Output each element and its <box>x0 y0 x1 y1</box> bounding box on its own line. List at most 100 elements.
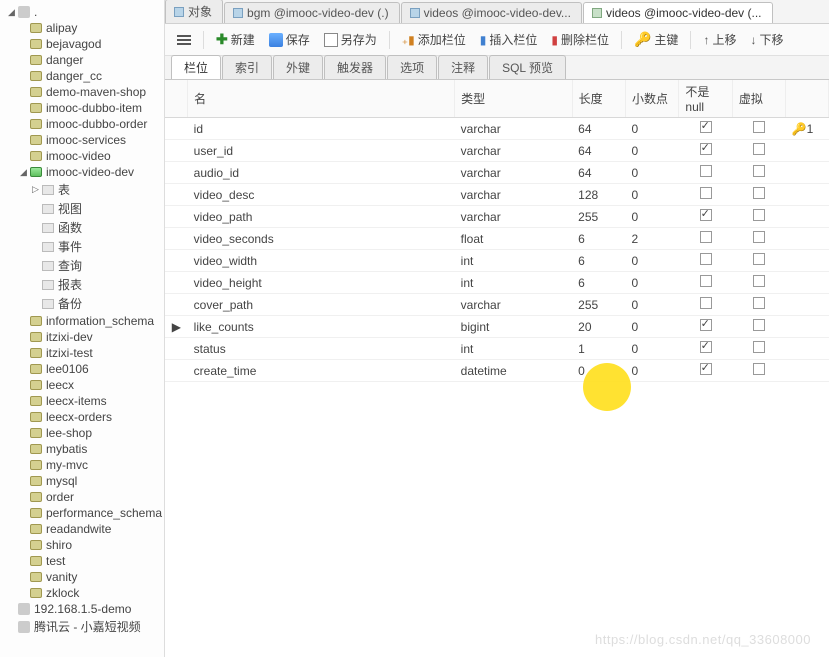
editor-tab[interactable]: 对象 <box>165 0 223 23</box>
checkbox-icon[interactable] <box>753 121 765 133</box>
cell-name[interactable]: audio_id <box>188 162 455 184</box>
table-row[interactable]: video_secondsfloat62 <box>165 228 829 250</box>
table-row[interactable]: statusint10 <box>165 338 829 360</box>
tree-connection[interactable]: 腾讯云 - 小嘉短视频 <box>0 617 164 636</box>
checkbox-icon[interactable] <box>700 275 712 287</box>
tree-db[interactable]: leecx-items <box>0 393 164 409</box>
cell-virtual[interactable] <box>732 140 785 162</box>
tree-db[interactable]: leecx <box>0 377 164 393</box>
insert-column-button[interactable]: ▮插入栏位 <box>476 29 542 50</box>
cell-type[interactable]: varchar <box>455 184 572 206</box>
cell-type[interactable]: int <box>455 250 572 272</box>
cell-notnull[interactable] <box>679 118 732 140</box>
checkbox-icon[interactable] <box>700 231 712 243</box>
tree-db[interactable]: imooc-dubbo-order <box>0 116 164 132</box>
cell-virtual[interactable] <box>732 294 785 316</box>
header-virtual[interactable]: 虚拟 <box>732 80 785 118</box>
cell-notnull[interactable] <box>679 338 732 360</box>
save-button[interactable]: 保存 <box>265 29 314 50</box>
cell-decimals[interactable]: 0 <box>626 272 679 294</box>
tree-db[interactable]: zklock <box>0 585 164 601</box>
cell-key[interactable] <box>786 272 829 294</box>
tree-db[interactable]: bejavagod <box>0 36 164 52</box>
tree-db[interactable]: mybatis <box>0 441 164 457</box>
cell-decimals[interactable]: 0 <box>626 360 679 382</box>
tree-db[interactable]: my-mvc <box>0 457 164 473</box>
tree-node[interactable]: ▷表 <box>0 180 164 199</box>
sub-tab[interactable]: 注释 <box>438 55 488 79</box>
tree-db[interactable]: imooc-dubbo-item <box>0 100 164 116</box>
cell-type[interactable]: varchar <box>455 294 572 316</box>
cell-decimals[interactable]: 2 <box>626 228 679 250</box>
cell-notnull[interactable] <box>679 360 732 382</box>
editor-tab[interactable]: videos @imooc-video-dev... <box>401 2 582 23</box>
table-row[interactable]: cover_pathvarchar2550 <box>165 294 829 316</box>
cell-key[interactable] <box>786 250 829 272</box>
tree-db[interactable]: danger_cc <box>0 68 164 84</box>
tree-db[interactable]: order <box>0 489 164 505</box>
cell-key[interactable] <box>786 294 829 316</box>
cell-decimals[interactable]: 0 <box>626 206 679 228</box>
cell-decimals[interactable]: 0 <box>626 184 679 206</box>
cell-decimals[interactable]: 0 <box>626 316 679 338</box>
sub-tab[interactable]: 选项 <box>387 55 437 79</box>
cell-virtual[interactable] <box>732 316 785 338</box>
header-notnull[interactable]: 不是 null <box>679 80 732 118</box>
add-column-button[interactable]: ₊▮添加栏位 <box>398 29 470 50</box>
tree-db[interactable]: leecx-orders <box>0 409 164 425</box>
cell-name[interactable]: create_time <box>188 360 455 382</box>
cell-type[interactable]: int <box>455 338 572 360</box>
tree-db-active[interactable]: ◢ imooc-video-dev <box>0 164 164 180</box>
cell-decimals[interactable]: 0 <box>626 250 679 272</box>
move-up-button[interactable]: ↑上移 <box>699 29 740 50</box>
header-type[interactable]: 类型 <box>455 80 572 118</box>
tree-db[interactable]: danger <box>0 52 164 68</box>
tree-db[interactable]: alipay <box>0 20 164 36</box>
tree-node[interactable]: 函数 <box>0 218 164 237</box>
cell-length[interactable]: 6 <box>572 228 625 250</box>
cell-virtual[interactable] <box>732 162 785 184</box>
saveas-button[interactable]: 另存为 <box>320 29 381 50</box>
cell-key[interactable] <box>786 316 829 338</box>
table-row[interactable]: audio_idvarchar640 <box>165 162 829 184</box>
sub-tab[interactable]: 触发器 <box>324 55 386 79</box>
cell-notnull[interactable] <box>679 294 732 316</box>
table-row[interactable]: user_idvarchar640 <box>165 140 829 162</box>
tree-node[interactable]: 查询 <box>0 256 164 275</box>
cell-key[interactable] <box>786 360 829 382</box>
cell-key[interactable] <box>786 206 829 228</box>
cell-key[interactable] <box>786 338 829 360</box>
header-length[interactable]: 长度 <box>572 80 625 118</box>
tree-db[interactable]: imooc-services <box>0 132 164 148</box>
cell-length[interactable]: 64 <box>572 140 625 162</box>
cell-notnull[interactable] <box>679 316 732 338</box>
checkbox-icon[interactable] <box>700 165 712 177</box>
cell-type[interactable]: varchar <box>455 206 572 228</box>
cell-virtual[interactable] <box>732 250 785 272</box>
cell-key[interactable]: 🔑1 <box>786 118 829 140</box>
checkbox-icon[interactable] <box>700 253 712 265</box>
tree-db[interactable]: imooc-video <box>0 148 164 164</box>
cell-length[interactable]: 255 <box>572 294 625 316</box>
checkbox-icon[interactable] <box>700 297 712 309</box>
table-row[interactable]: video_widthint60 <box>165 250 829 272</box>
tree-node[interactable]: 报表 <box>0 275 164 294</box>
checkbox-icon[interactable] <box>753 341 765 353</box>
editor-tab[interactable]: bgm @imooc-video-dev (.) <box>224 2 400 23</box>
checkbox-icon[interactable] <box>753 319 765 331</box>
cell-type[interactable]: float <box>455 228 572 250</box>
cell-name[interactable]: video_width <box>188 250 455 272</box>
cell-name[interactable]: video_path <box>188 206 455 228</box>
tree-db[interactable]: demo-maven-shop <box>0 84 164 100</box>
cell-name[interactable]: user_id <box>188 140 455 162</box>
cell-length[interactable]: 1 <box>572 338 625 360</box>
delete-column-button[interactable]: ▮删除栏位 <box>547 29 613 50</box>
checkbox-icon[interactable] <box>753 209 765 221</box>
cell-type[interactable]: int <box>455 272 572 294</box>
cell-length[interactable]: 128 <box>572 184 625 206</box>
cell-length[interactable]: 20 <box>572 316 625 338</box>
cell-name[interactable]: video_height <box>188 272 455 294</box>
checkbox-icon[interactable] <box>700 187 712 199</box>
cell-notnull[interactable] <box>679 184 732 206</box>
cell-virtual[interactable] <box>732 338 785 360</box>
